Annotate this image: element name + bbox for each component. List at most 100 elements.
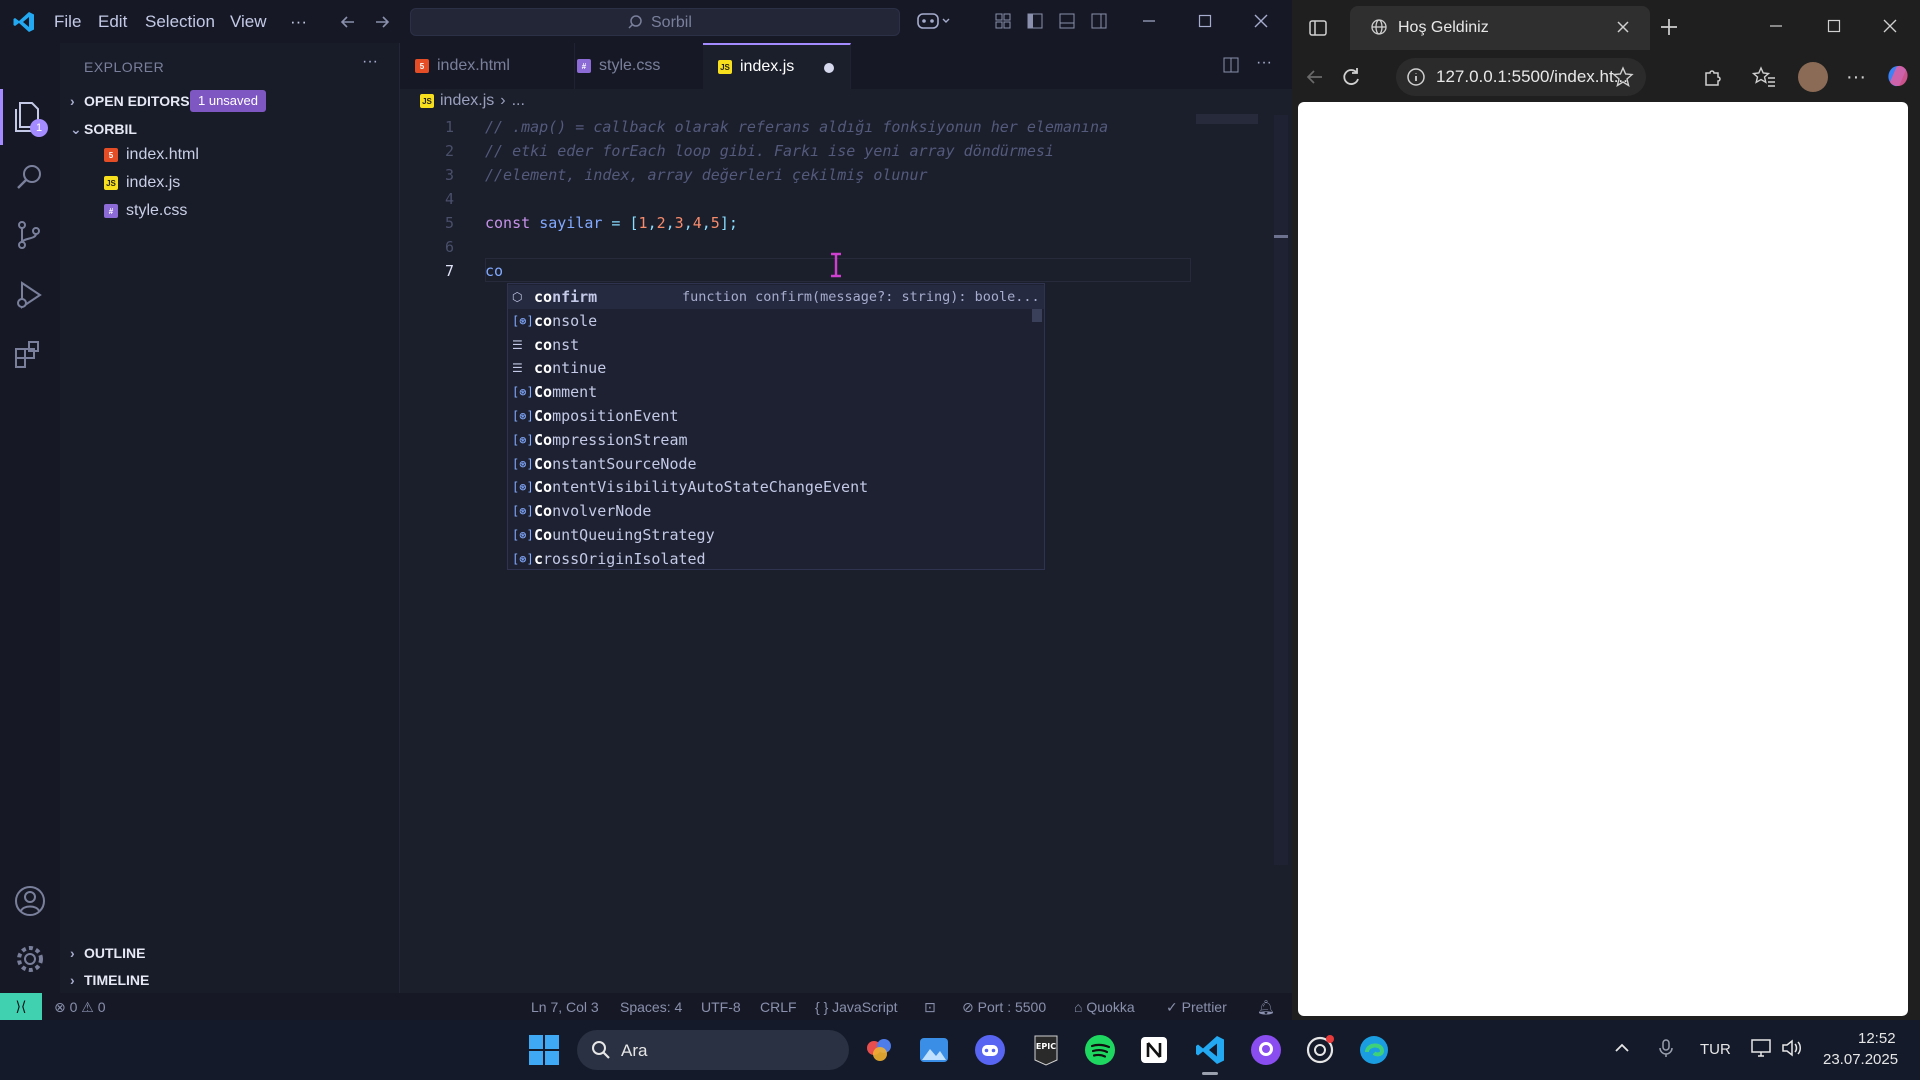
suggestion-item[interactable]: [⊛] CompressionStream <box>508 428 1044 452</box>
problems-indicator[interactable]: ⊗ 0 ⚠ 0 <box>54 999 106 1016</box>
suggestion-item[interactable]: [⊛] console <box>508 309 1044 333</box>
close-icon[interactable] <box>1252 12 1270 30</box>
favorite-star-icon[interactable] <box>1612 66 1634 88</box>
browser-tab[interactable]: Hoş Geldiniz <box>1350 6 1650 50</box>
explorer-more-icon[interactable]: ··· <box>362 53 378 71</box>
menu-view[interactable]: View <box>230 12 267 32</box>
close-tab-icon[interactable] <box>1616 20 1630 34</box>
vscode-logo-icon[interactable] <box>12 10 36 34</box>
run-debug-icon[interactable] <box>12 279 48 311</box>
taskbar-search[interactable]: Ara <box>577 1030 849 1070</box>
editor-scrollbar[interactable] <box>1274 115 1288 865</box>
suggestion-item[interactable]: [⊛] CompositionEvent <box>508 404 1044 428</box>
menu-file[interactable]: File <box>54 12 81 32</box>
open-editors-section[interactable]: › OPEN EDITORS <box>70 93 190 109</box>
command-center-search[interactable]: Sorbil <box>410 8 900 36</box>
suggestion-item[interactable]: [⊛] ConstantSourceNode <box>508 452 1044 476</box>
input-language[interactable]: TUR <box>1700 1041 1731 1058</box>
suggestion-item[interactable]: [⊛] ContentVisibilityAutoStateChangeEvent <box>508 475 1044 499</box>
toggle-secondary-sidebar-icon[interactable] <box>1090 12 1108 30</box>
file-index-js[interactable]: JS index.js <box>104 174 180 192</box>
folder-sorbil-section[interactable]: ⌄ SORBIL <box>70 121 137 138</box>
clock-time[interactable]: 12:52 <box>1858 1030 1896 1047</box>
suggestion-item[interactable]: [⊛] crossOriginIsolated <box>508 547 1044 571</box>
breadcrumb-symbol[interactable]: ... <box>512 92 525 110</box>
breadcrumb-file[interactable]: index.js <box>440 92 494 110</box>
extensions-icon[interactable] <box>12 339 48 371</box>
notion-icon[interactable] <box>1138 1034 1170 1066</box>
volume-icon[interactable] <box>1780 1038 1812 1070</box>
cursor-position[interactable]: Ln 7, Col 3 <box>531 999 599 1015</box>
site-info-icon[interactable] <box>1406 67 1426 87</box>
maximize-icon[interactable] <box>1196 12 1214 30</box>
suggestion-item[interactable]: [⊛] Comment <box>508 380 1044 404</box>
forward-arrow-icon[interactable] <box>372 12 392 32</box>
suggestion-item[interactable]: [⊛] CountQueuingStrategy <box>508 523 1044 547</box>
settings-more-icon[interactable]: ··· <box>1846 66 1866 89</box>
tab-index-js[interactable]: JS index.js <box>703 43 851 89</box>
chatgpt-icon[interactable] <box>1304 1034 1336 1066</box>
vscode-taskbar-icon[interactable] <box>1194 1034 1226 1075</box>
toggle-panel-icon[interactable] <box>1058 12 1076 30</box>
microphone-icon[interactable] <box>1656 1038 1688 1070</box>
suggestion-item[interactable]: ☰ const <box>508 333 1044 357</box>
source-control-icon[interactable] <box>12 219 48 251</box>
browser-close-icon[interactable] <box>1882 18 1898 34</box>
tab-actions-icon[interactable] <box>1308 18 1328 38</box>
unsaved-dot-icon[interactable] <box>824 63 834 73</box>
layout-customize-icon[interactable] <box>994 12 1012 30</box>
outline-section[interactable]: › OUTLINE <box>70 945 145 961</box>
profile-avatar[interactable] <box>1798 62 1828 92</box>
reload-icon[interactable] <box>1340 66 1362 88</box>
autocomplete-suggest-widget[interactable]: ⬡ confirm function confirm(message?: strin… <box>507 283 1045 570</box>
quokka-status[interactable]: ⌂ Quokka <box>1074 999 1135 1015</box>
back-arrow-icon[interactable] <box>338 12 358 32</box>
discord-icon[interactable] <box>974 1034 1006 1066</box>
copilot-status-icon[interactable]: ⊡ <box>924 999 936 1016</box>
new-tab-icon[interactable] <box>1658 16 1680 38</box>
photos-icon[interactable] <box>918 1034 950 1066</box>
menu-selection[interactable]: Selection <box>145 12 215 32</box>
page-viewport[interactable] <box>1298 102 1908 1016</box>
menu-edit[interactable]: Edit <box>98 12 127 32</box>
browser-maximize-icon[interactable] <box>1826 18 1842 34</box>
minimize-icon[interactable] <box>1140 12 1158 30</box>
extensions-puzzle-icon[interactable] <box>1702 66 1724 88</box>
language-mode[interactable]: { } JavaScript <box>815 999 898 1015</box>
github-icon[interactable] <box>1250 1034 1282 1066</box>
menu-more[interactable]: ··· <box>290 12 307 32</box>
chevron-up-icon[interactable] <box>1612 1038 1644 1070</box>
explorer-files-icon[interactable]: 1 <box>12 99 48 139</box>
split-editor-icon[interactable] <box>1222 56 1240 74</box>
search-icon[interactable] <box>12 161 48 193</box>
encoding[interactable]: UTF-8 <box>701 999 741 1015</box>
suggestion-item[interactable]: ☰ continue <box>508 356 1044 380</box>
gear-icon[interactable] <box>12 941 48 977</box>
windows-start-icon[interactable] <box>528 1034 560 1066</box>
file-index-html[interactable]: 5 index.html <box>104 146 199 164</box>
epic-games-icon[interactable]: EPIC <box>1030 1034 1062 1066</box>
back-arrow-icon[interactable] <box>1304 66 1326 88</box>
tab-index-html[interactable]: 5 index.html <box>400 43 575 89</box>
indentation[interactable]: Spaces: 4 <box>620 999 682 1015</box>
address-bar[interactable]: 127.0.0.1:5500/index.ht... <box>1396 58 1646 96</box>
prettier-status[interactable]: ✓ Prettier <box>1166 999 1227 1016</box>
spotify-icon[interactable] <box>1084 1034 1116 1066</box>
suggestion-item[interactable]: [⊛] ConvolverNode <box>508 499 1044 523</box>
toggle-primary-sidebar-icon[interactable] <box>1026 12 1044 30</box>
suggestion-item[interactable]: ⬡ confirm function confirm(message?: strin… <box>508 285 1044 309</box>
timeline-section[interactable]: › TIMELINE <box>70 972 149 988</box>
remote-indicator-icon[interactable]: ⟩⟨ <box>0 993 42 1020</box>
live-server-port[interactable]: ⊘ Port : 5500 <box>962 999 1046 1016</box>
bell-icon[interactable]: 🔔︎ <box>1257 999 1275 1016</box>
widgets-icon[interactable] <box>864 1034 896 1066</box>
minimap-slider[interactable] <box>1196 114 1258 124</box>
editor-more-icon[interactable]: ··· <box>1256 54 1272 72</box>
browser-minimize-icon[interactable] <box>1768 18 1784 34</box>
copilot-icon[interactable] <box>1884 62 1912 90</box>
line-ending[interactable]: CRLF <box>760 999 797 1015</box>
edge-icon[interactable] <box>1358 1034 1390 1066</box>
file-style-css[interactable]: # style.css <box>104 202 187 220</box>
network-icon[interactable] <box>1750 1038 1782 1070</box>
favorites-icon[interactable] <box>1752 66 1776 88</box>
